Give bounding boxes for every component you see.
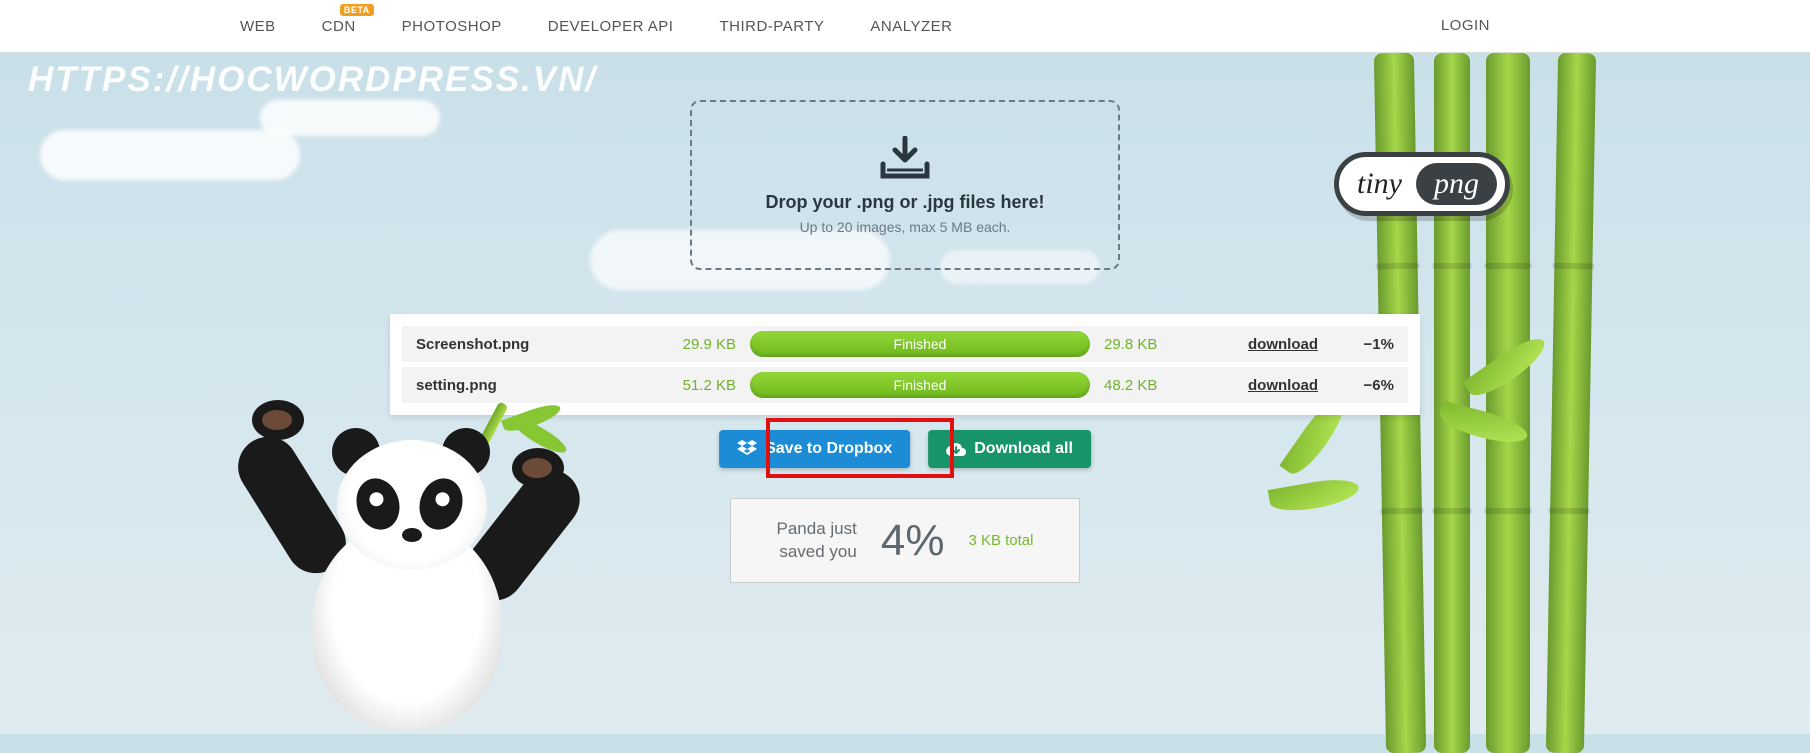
download-link[interactable]: download bbox=[1248, 377, 1318, 394]
progress-bar: Finished bbox=[750, 372, 1090, 398]
bamboo-decoration bbox=[1546, 53, 1596, 753]
nav-photoshop[interactable]: PHOTOSHOP bbox=[402, 18, 502, 35]
button-label: Save to Dropbox bbox=[765, 440, 892, 458]
savings-total: 3 KB total bbox=[968, 532, 1033, 549]
cloud-decoration bbox=[40, 130, 300, 180]
result-row: setting.png 51.2 KB Finished 48.2 KB dow… bbox=[402, 367, 1408, 403]
leaf-decoration bbox=[1268, 475, 1361, 516]
action-buttons: Save to Dropbox Download all bbox=[719, 430, 1091, 468]
savings-label: Panda justsaved you bbox=[777, 518, 857, 562]
size-before: 51.2 KB bbox=[666, 377, 736, 394]
file-name: Screenshot.png bbox=[416, 336, 666, 353]
tinypng-logo: tiny png bbox=[1334, 152, 1510, 216]
logo-right: png bbox=[1416, 163, 1497, 205]
logo-left: tiny bbox=[1347, 167, 1416, 201]
reduction-percent: −6% bbox=[1346, 377, 1394, 394]
reduction-percent: −1% bbox=[1346, 336, 1394, 353]
result-row: Screenshot.png 29.9 KB Finished 29.8 KB … bbox=[402, 326, 1408, 362]
button-label: Download all bbox=[974, 440, 1073, 458]
panda-mascot bbox=[242, 400, 552, 740]
save-to-dropbox-button[interactable]: Save to Dropbox bbox=[719, 430, 910, 468]
nav-analyzer[interactable]: ANALYZER bbox=[870, 18, 952, 35]
nav-thirdparty[interactable]: THIRD-PARTY bbox=[719, 18, 824, 35]
beta-badge: BETA bbox=[340, 4, 374, 16]
file-name: setting.png bbox=[416, 377, 666, 394]
file-dropzone[interactable]: Drop your .png or .jpg files here! Up to… bbox=[690, 100, 1120, 270]
download-link[interactable]: download bbox=[1248, 336, 1318, 353]
savings-summary: Panda justsaved you 4% 3 KB total bbox=[730, 498, 1080, 583]
size-after: 48.2 KB bbox=[1104, 377, 1174, 394]
watermark-text: HTTPS://HOCWORDPRESS.VN/ bbox=[28, 60, 597, 100]
dropzone-title: Drop your .png or .jpg files here! bbox=[765, 192, 1044, 213]
download-tray-icon bbox=[875, 136, 935, 182]
nav-api[interactable]: DEVELOPER API bbox=[548, 18, 674, 35]
cloud-decoration bbox=[260, 100, 440, 136]
size-after: 29.8 KB bbox=[1104, 336, 1174, 353]
nav-web[interactable]: WEB bbox=[240, 18, 276, 35]
dropzone-subtitle: Up to 20 images, max 5 MB each. bbox=[800, 219, 1011, 235]
download-all-button[interactable]: Download all bbox=[928, 430, 1091, 468]
top-nav: WEB CDNBETA PHOTOSHOP DEVELOPER API THIR… bbox=[0, 0, 1810, 53]
savings-percent: 4% bbox=[881, 516, 945, 566]
size-before: 29.9 KB bbox=[666, 336, 736, 353]
nav-login[interactable]: LOGIN bbox=[1441, 17, 1490, 34]
cloud-download-icon bbox=[946, 441, 966, 457]
progress-bar: Finished bbox=[750, 331, 1090, 357]
nav-cdn[interactable]: CDNBETA bbox=[322, 18, 356, 35]
dropbox-icon bbox=[737, 440, 757, 458]
